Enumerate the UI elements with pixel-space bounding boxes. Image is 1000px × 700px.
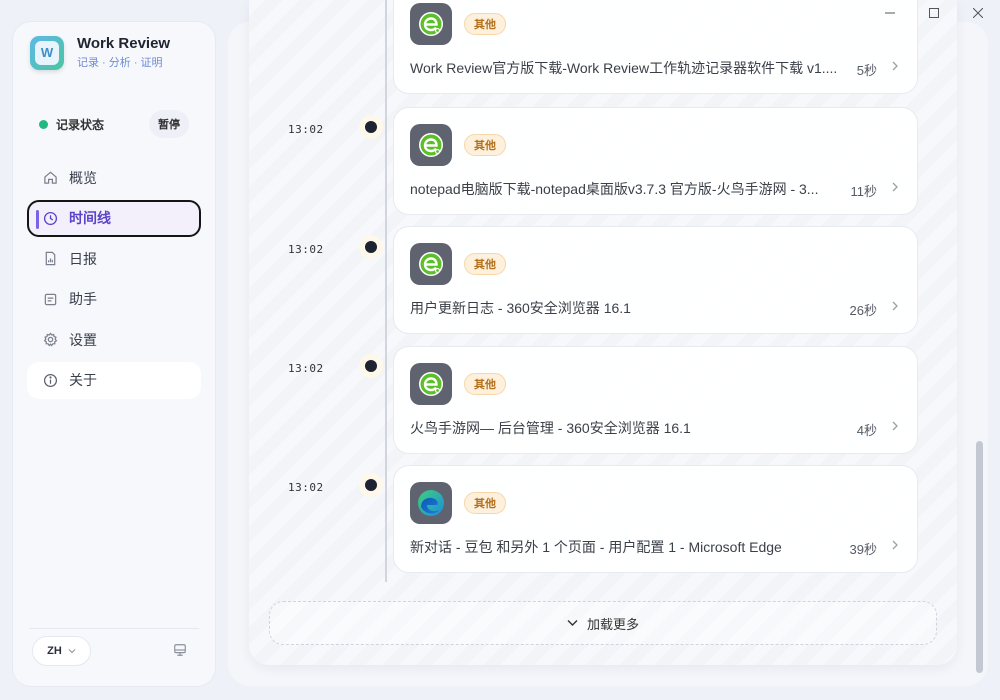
category-badge: 其他 <box>464 253 506 275</box>
sidebar-item-settings[interactable]: 设置 <box>27 321 201 358</box>
sidebar-nav: 概览 时间线 日报 助手 设置 关于 <box>27 159 201 402</box>
timeline-entry[interactable]: 其他 火鸟手游网— 后台管理 - 360安全浏览器 16.1 4秒 <box>393 346 918 454</box>
entry-duration: 5秒 <box>856 63 877 78</box>
entry-title: notepad电脑版下载-notepad桌面版v3.7.3 官方版-火鸟手游网 … <box>410 181 819 197</box>
home-icon <box>42 170 58 186</box>
entry-time: 13:02 <box>288 362 324 375</box>
minimize-button[interactable] <box>868 0 912 26</box>
entry-title: 火鸟手游网— 后台管理 - 360安全浏览器 16.1 <box>410 420 691 436</box>
360-browser-icon <box>410 363 452 405</box>
sidebar-item-daily-report[interactable]: 日报 <box>27 240 201 277</box>
timeline-entry[interactable]: 其他 用户更新日志 - 360安全浏览器 16.1 26秒 <box>393 226 918 334</box>
clock-icon <box>42 210 58 226</box>
sidebar-item-label: 设置 <box>69 331 97 348</box>
category-badge: 其他 <box>464 134 506 156</box>
chevron-right-icon <box>891 61 899 71</box>
close-icon <box>973 8 983 18</box>
360-browser-icon <box>410 243 452 285</box>
load-more-button[interactable]: 加载更多 <box>269 601 937 645</box>
scrollbar-thumb[interactable] <box>976 441 983 673</box>
close-button[interactable] <box>956 0 1000 26</box>
sidebar-item-assistant[interactable]: 助手 <box>27 281 201 318</box>
load-more-label: 加载更多 <box>586 616 639 632</box>
entry-duration: 4秒 <box>856 423 877 438</box>
maximize-icon <box>929 8 939 18</box>
360-browser-icon <box>410 3 452 45</box>
entry-time: 13:02 <box>288 243 324 256</box>
sidebar-item-timeline[interactable]: 时间线 <box>27 199 201 237</box>
recording-status: 记录状态 暂停 <box>39 110 189 138</box>
sidebar-item-label: 时间线 <box>69 210 111 226</box>
timeline-entry[interactable]: 其他 Work Review官方版下载-Work Review工作轨迹记录器软件… <box>393 0 918 94</box>
entry-title: 用户更新日志 - 360安全浏览器 16.1 <box>410 300 631 316</box>
language-current: ZH <box>47 645 62 657</box>
report-icon <box>42 251 58 267</box>
edge-browser-icon <box>410 482 452 524</box>
entry-duration: 11秒 <box>850 184 878 199</box>
info-icon <box>42 372 58 388</box>
chevron-right-icon <box>891 421 899 431</box>
maximize-button[interactable] <box>912 0 956 26</box>
category-badge: 其他 <box>464 13 506 35</box>
sidebar-item-label: 关于 <box>69 372 97 388</box>
window-controls <box>868 0 1000 26</box>
chevron-down-icon <box>68 647 76 655</box>
status-label: 记录状态 <box>56 117 105 132</box>
sidebar: W Work Review 记录 · 分析 · 证明 记录状态 暂停 概览 时间… <box>13 22 215 686</box>
entry-duration: 39秒 <box>849 542 877 557</box>
chevron-right-icon <box>891 301 899 311</box>
entry-title: 新对话 - 豆包 和另外 1 个页面 - 用户配置 1 - Microsoft … <box>410 539 782 555</box>
app-subtitle: 记录 · 分析 · 证明 <box>77 57 163 69</box>
brand: W Work Review 记录 · 分析 · 证明 <box>30 35 170 70</box>
sidebar-item-about[interactable]: 关于 <box>27 361 201 399</box>
entry-duration: 26秒 <box>849 303 877 318</box>
entry-title: Work Review官方版下载-Work Review工作轨迹记录器软件下载 … <box>410 60 838 76</box>
gear-icon <box>42 332 58 348</box>
entry-time: 13:02 <box>288 481 324 494</box>
timeline-dot <box>359 115 383 139</box>
sidebar-item-label: 概览 <box>69 169 97 186</box>
timeline-entry[interactable]: 其他 新对话 - 豆包 和另外 1 个页面 - 用户配置 1 - Microso… <box>393 465 918 573</box>
chevron-right-icon <box>891 182 899 192</box>
language-selector[interactable]: ZH <box>32 636 91 666</box>
360-browser-icon <box>410 124 452 166</box>
sidebar-item-overview[interactable]: 概览 <box>27 159 201 196</box>
timeline-entry[interactable]: 其他 notepad电脑版下载-notepad桌面版v3.7.3 官方版-火鸟手… <box>393 107 918 215</box>
minimize-icon <box>885 12 895 14</box>
timeline-dot <box>359 473 383 497</box>
sidebar-item-label: 日报 <box>69 250 97 267</box>
sidebar-item-label: 助手 <box>69 291 97 307</box>
monitor-icon[interactable] <box>173 643 187 657</box>
chevron-down-icon <box>567 619 578 627</box>
category-badge: 其他 <box>464 492 506 514</box>
assistant-icon <box>42 291 58 307</box>
status-dot <box>39 119 48 129</box>
chevron-right-icon <box>891 540 899 550</box>
pause-button[interactable]: 暂停 <box>149 110 189 138</box>
app-title: Work Review <box>77 35 171 52</box>
entry-time: 13:02 <box>288 123 324 136</box>
timeline-line <box>385 0 387 582</box>
timeline-dot <box>359 354 383 378</box>
timeline-dot <box>359 235 383 259</box>
app-logo: W <box>30 35 64 70</box>
category-badge: 其他 <box>464 373 506 395</box>
logo-letter: W <box>35 40 59 65</box>
sidebar-divider <box>29 628 199 629</box>
